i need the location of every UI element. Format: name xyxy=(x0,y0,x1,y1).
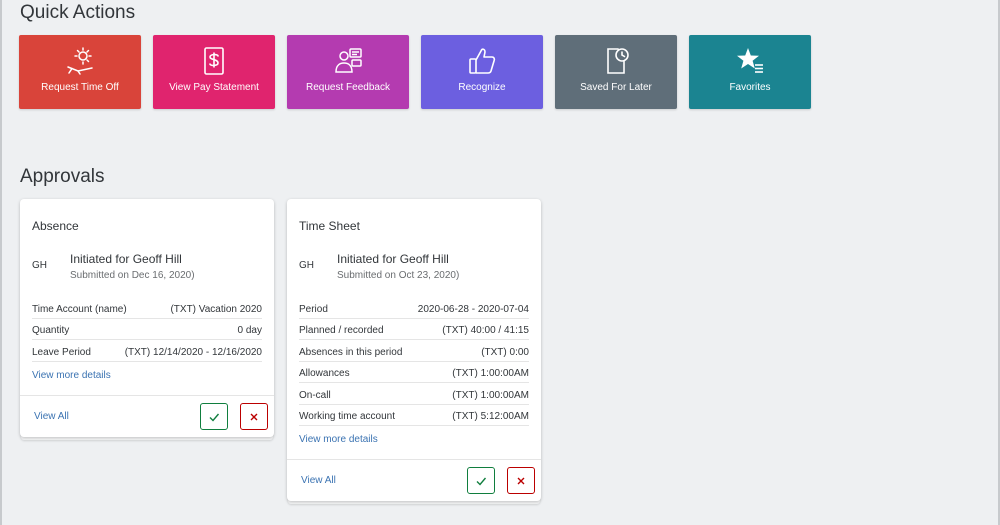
tile-request-feedback[interactable]: Request Feedback xyxy=(287,35,409,109)
close-icon xyxy=(250,413,258,420)
detail-row: Time Account (name) (TXT) Vacation 2020 xyxy=(32,297,262,319)
detail-row: On-call (TXT) 1:00:00AM xyxy=(299,383,529,405)
submitted-date: Submitted on Oct 23, 2020) xyxy=(337,270,460,281)
beach-sun-icon xyxy=(63,44,97,78)
detail-row: Quantity 0 day xyxy=(32,319,262,340)
reject-button[interactable] xyxy=(507,467,535,494)
avatar: GH xyxy=(299,260,314,271)
tile-label: Recognize xyxy=(458,82,506,93)
tile-saved-for-later[interactable]: Saved For Later xyxy=(555,35,677,109)
view-all-link[interactable]: View All xyxy=(301,475,336,486)
view-more-details-link[interactable]: View more details xyxy=(32,370,111,381)
reject-button[interactable] xyxy=(240,403,268,430)
detail-label: Leave Period xyxy=(32,346,91,358)
detail-label: Working time account xyxy=(299,411,395,422)
detail-row: Leave Period (TXT) 12/14/2020 - 12/16/20… xyxy=(32,340,262,362)
detail-value: (TXT) 12/14/2020 - 12/16/2020 xyxy=(124,346,262,358)
detail-row: Allowances (TXT) 1:00:00AM xyxy=(299,362,529,383)
detail-value: (TXT) 40:00 / 41:15 xyxy=(442,325,529,336)
close-icon xyxy=(517,477,525,484)
detail-label: Allowances xyxy=(299,368,350,379)
quick-actions-tiles: Request Time Off View Pay Statement Requ… xyxy=(19,35,811,109)
card-title: Time Sheet xyxy=(299,219,360,233)
approvals-title: Approvals xyxy=(20,166,105,187)
details-list: Period 2020-06-28 - 2020-07-04 Planned /… xyxy=(299,297,529,447)
submitted-date: Submitted on Dec 16, 2020) xyxy=(70,270,195,281)
initiated-for-text: Initiated for Geoff Hill xyxy=(70,252,182,266)
thumbs-up-icon xyxy=(465,44,499,78)
tile-request-time-off[interactable]: Request Time Off xyxy=(19,35,141,109)
detail-value: (TXT) Vacation 2020 xyxy=(170,303,262,315)
people-chat-icon xyxy=(331,44,365,78)
card-footer: View All xyxy=(20,395,274,437)
detail-label: Time Account (name) xyxy=(32,303,127,315)
quick-actions-title: Quick Actions xyxy=(20,2,136,23)
details-list: Time Account (name) (TXT) Vacation 2020 … xyxy=(32,297,262,383)
detail-row: Working time account (TXT) 5:12:00AM xyxy=(299,405,529,426)
tile-label: View Pay Statement xyxy=(169,82,259,93)
checkmark-icon xyxy=(476,477,487,486)
detail-label: Planned / recorded xyxy=(299,325,384,336)
avatar: GH xyxy=(32,260,47,271)
card-footer: View All xyxy=(287,459,541,501)
window-border-left xyxy=(0,0,2,525)
detail-row: Planned / recorded (TXT) 40:00 / 41:15 xyxy=(299,319,529,340)
checkmark-icon xyxy=(209,413,220,422)
detail-label: Period xyxy=(299,303,328,315)
detail-value: (TXT) 1:00:00AM xyxy=(452,368,529,379)
tile-label: Request Time Off xyxy=(41,82,119,93)
tile-label: Request Feedback xyxy=(306,82,390,93)
detail-value: (TXT) 5:12:00AM xyxy=(452,411,529,422)
view-all-link[interactable]: View All xyxy=(34,411,69,422)
star-list-icon xyxy=(733,44,767,78)
detail-value: (TXT) 1:00:00AM xyxy=(452,389,529,401)
detail-value: 0 day xyxy=(237,325,262,336)
tile-view-pay-statement[interactable]: View Pay Statement xyxy=(153,35,275,109)
dollar-document-icon xyxy=(197,44,231,78)
detail-label: On-call xyxy=(299,389,331,401)
tile-recognize[interactable]: Recognize xyxy=(421,35,543,109)
tile-label: Saved For Later xyxy=(580,82,652,93)
document-clock-icon xyxy=(599,44,633,78)
approval-card-absence: Absence GH Initiated for Geoff Hill Subm… xyxy=(20,199,274,437)
approve-button[interactable] xyxy=(467,467,495,494)
tile-label: Favorites xyxy=(729,82,771,93)
card-title: Absence xyxy=(32,219,79,233)
detail-label: Quantity xyxy=(32,325,70,336)
approve-button[interactable] xyxy=(200,403,228,430)
tile-favorites[interactable]: Favorites xyxy=(689,35,811,109)
approval-card-time-sheet: Time Sheet GH Initiated for Geoff Hill S… xyxy=(287,199,541,501)
detail-label: Absences in this period xyxy=(299,346,403,358)
detail-row: Absences in this period (TXT) 0:00 xyxy=(299,340,529,362)
initiated-for-text: Initiated for Geoff Hill xyxy=(337,252,449,266)
detail-row: Period 2020-06-28 - 2020-07-04 xyxy=(299,297,529,319)
detail-value: 2020-06-28 - 2020-07-04 xyxy=(417,303,529,315)
view-more-details-link[interactable]: View more details xyxy=(299,434,378,445)
detail-value: (TXT) 0:00 xyxy=(481,346,529,358)
